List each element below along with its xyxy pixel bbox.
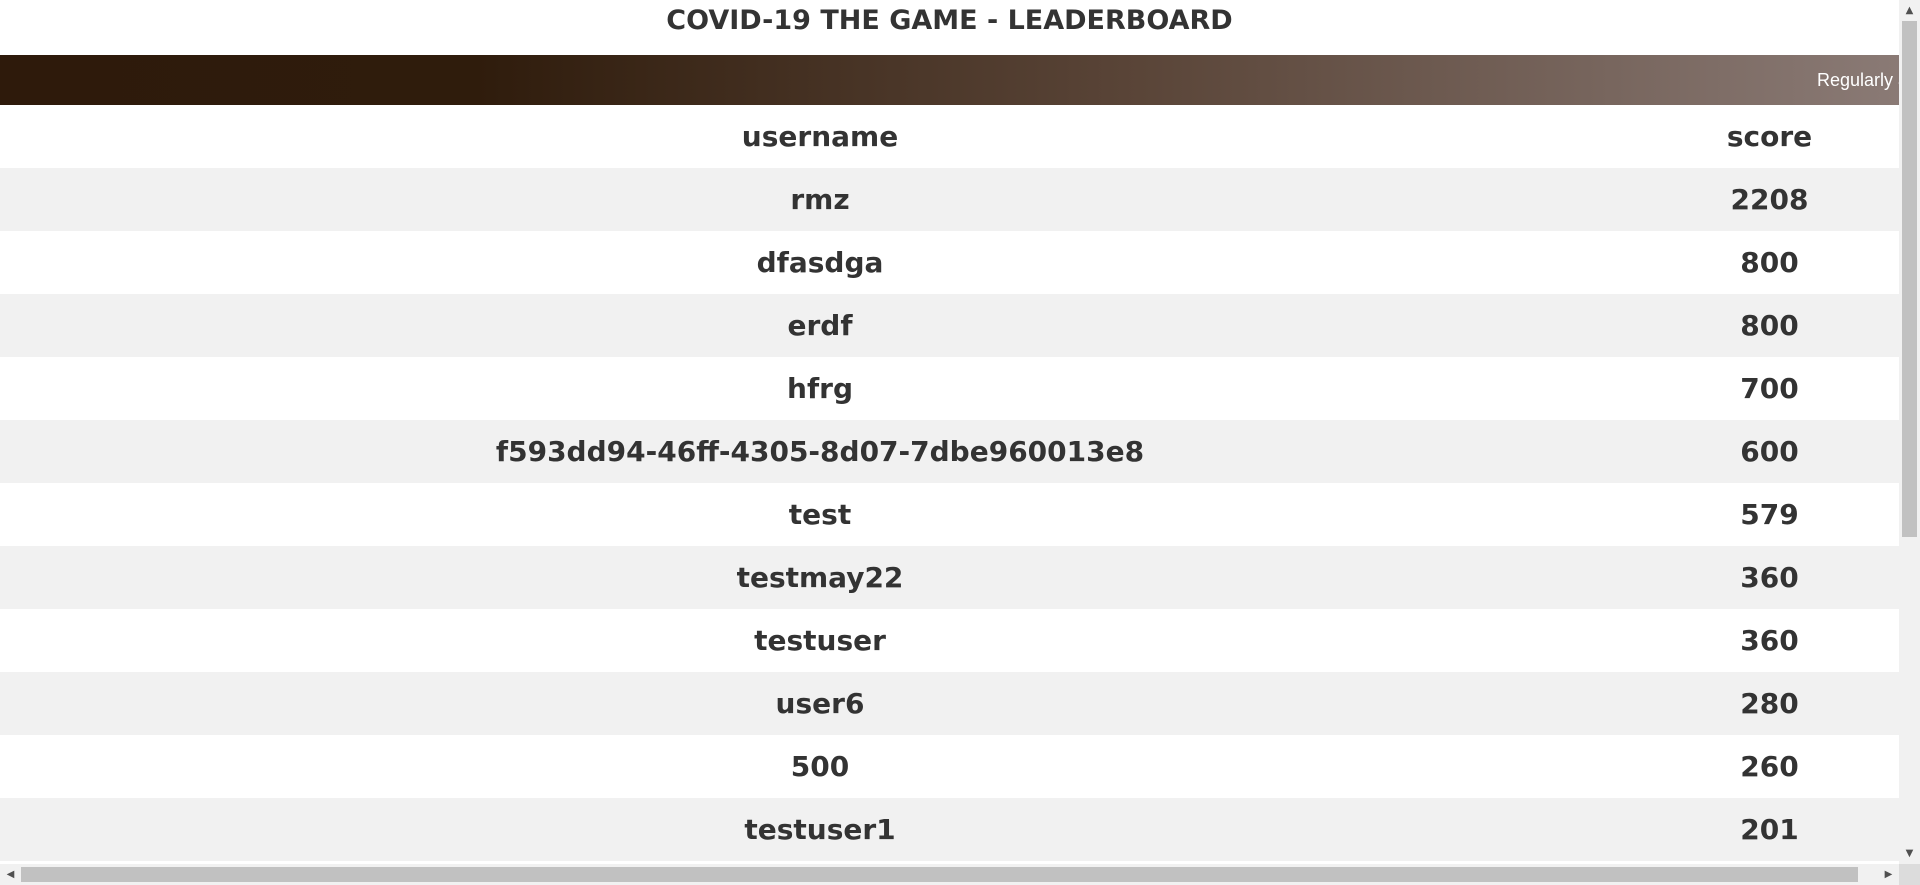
score-cell: 360 [1740, 561, 1799, 594]
header-row: username score [0, 105, 1899, 168]
scroll-right-arrow-icon[interactable]: ▶ [1878, 864, 1899, 885]
column-header-username: username [741, 120, 899, 153]
page-viewport: COVID-19 THE GAME - LEADERBOARD Regularl… [0, 0, 1899, 864]
username-cell: testuser1 [744, 813, 896, 846]
table-row: testmay22 360 [0, 546, 1899, 609]
table-row: 500 260 [0, 735, 1899, 798]
score-cell: 800 [1740, 309, 1799, 342]
table-row: testuser1 201 [0, 798, 1899, 861]
score-cell: 360 [1740, 624, 1799, 657]
username-cell: test [788, 498, 852, 531]
score-cell: 260 [1740, 750, 1799, 783]
scroll-left-arrow-icon[interactable]: ◀ [0, 864, 21, 885]
score-cell: 201 [1740, 813, 1799, 846]
leaderboard-table: username score rmz 2208 dfasdga 800 erdf… [0, 105, 1899, 861]
vertical-scroll-thumb[interactable] [1902, 21, 1917, 537]
banner-text: Regularly a [1817, 70, 1899, 90]
username-cell: rmz [790, 183, 850, 216]
username-cell: user6 [775, 687, 865, 720]
scrollbar-corner [1899, 864, 1920, 885]
marquee-banner: Regularly a [0, 55, 1899, 105]
table-row: test 579 [0, 483, 1899, 546]
username-cell: hfrg [787, 372, 853, 405]
table-row: erdf 800 [0, 294, 1899, 357]
username-cell: f593dd94-46ff-4305-8d07-7dbe960013e8 [495, 435, 1145, 468]
table-row: rmz 2208 [0, 168, 1899, 231]
horizontal-scrollbar[interactable]: ◀ ▶ [0, 864, 1899, 885]
username-cell: dfasdga [756, 246, 884, 279]
table-row: user6 280 [0, 672, 1899, 735]
table-row: dfasdga 800 [0, 231, 1899, 294]
score-cell: 280 [1740, 687, 1799, 720]
horizontal-scroll-thumb[interactable] [21, 867, 1858, 882]
page-title: COVID-19 THE GAME - LEADERBOARD [666, 5, 1233, 36]
vertical-scrollbar[interactable]: ▲ ▼ [1899, 0, 1920, 864]
table-row: testuser 360 [0, 609, 1899, 672]
score-cell: 579 [1740, 498, 1799, 531]
score-cell: 800 [1740, 246, 1799, 279]
score-cell: 700 [1740, 372, 1799, 405]
scroll-down-arrow-icon[interactable]: ▼ [1899, 843, 1920, 864]
username-cell: 500 [790, 750, 850, 783]
column-header-score: score [1726, 120, 1813, 153]
score-cell: 600 [1740, 435, 1799, 468]
username-cell: testmay22 [736, 561, 904, 594]
table-row: f593dd94-46ff-4305-8d07-7dbe960013e8 600 [0, 420, 1899, 483]
table-row: hfrg 700 [0, 357, 1899, 420]
username-cell: erdf [787, 309, 853, 342]
score-cell: 2208 [1730, 183, 1809, 216]
scroll-up-arrow-icon[interactable]: ▲ [1899, 0, 1920, 21]
username-cell: testuser [754, 624, 886, 657]
